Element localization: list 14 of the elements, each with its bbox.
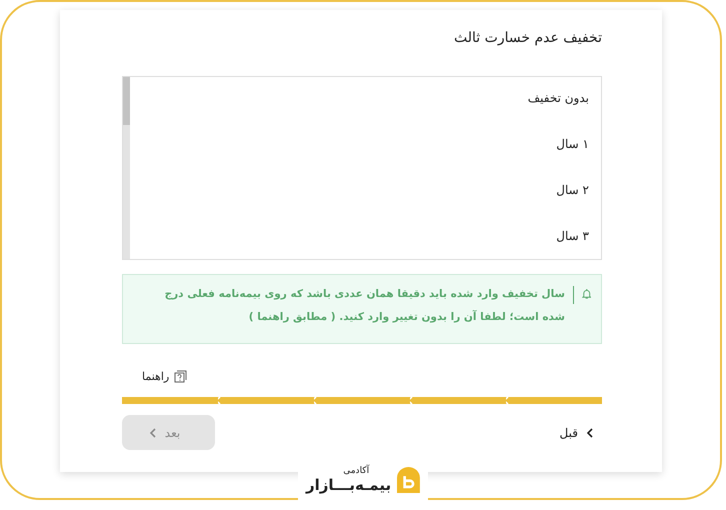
logo-subtitle: آکادمی	[342, 466, 370, 476]
list-option[interactable]: ۲ سال	[556, 181, 589, 199]
list-option[interactable]: ۳ سال	[556, 227, 589, 245]
previous-button[interactable]: قبل	[560, 426, 602, 440]
scrollbar[interactable]	[123, 77, 130, 259]
alert-text: سال تخفیف وارد شده باید دقیقا همان عددی باشد که روی بیمه‌نامه فعلی درج شده است؛ لطفا آن را بدون تغییر وارد کنید. ( مطابق راهنما )	[164, 287, 565, 325]
chevron-icon	[148, 428, 157, 438]
section-title: تخفیف عدم خسارت ثالث	[453, 29, 602, 48]
chevron-icon	[586, 428, 594, 438]
list-option[interactable]: ۱ سال	[556, 135, 589, 153]
logo-name: بیمـه‌بـــازار	[306, 476, 392, 494]
guide-link[interactable]: راهنما	[142, 370, 188, 383]
list-option[interactable]: بدون تخفیف	[528, 89, 589, 107]
help-icon	[174, 370, 188, 383]
